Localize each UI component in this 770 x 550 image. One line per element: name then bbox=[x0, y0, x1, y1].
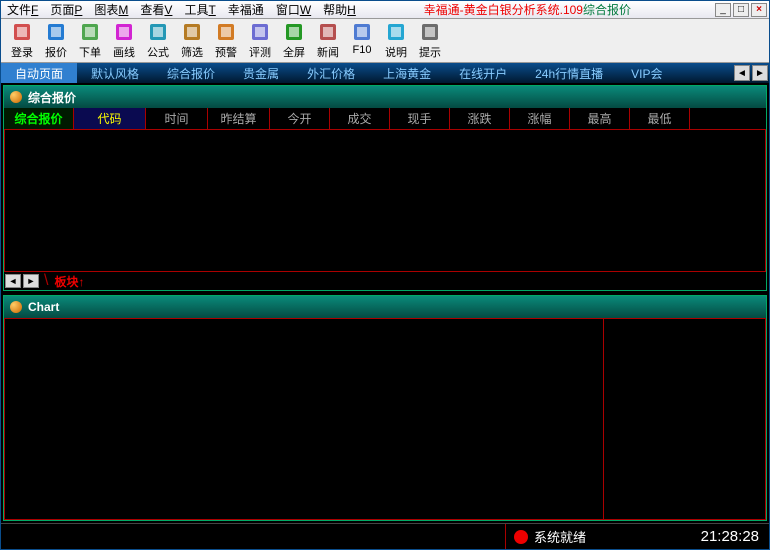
menu-帮助H[interactable]: 帮助H bbox=[317, 3, 362, 17]
menu-图表M[interactable]: 图表M bbox=[88, 3, 134, 17]
evaluate-button-icon bbox=[249, 21, 271, 43]
quote-panel-header: 综合报价 bbox=[4, 86, 766, 108]
nav-tabs: 自动页面默认风格综合报价贵金属外汇价格上海黄金在线开户24h行情直播VIP会 ◄► bbox=[1, 63, 769, 83]
drawline-button-icon bbox=[113, 21, 135, 43]
nav-tab-1[interactable]: 默认风格 bbox=[77, 63, 153, 83]
titlebar: 文件F页面P图表M查看V工具T幸福通窗口W帮助H 幸福通-黄金白银分析系统.10… bbox=[1, 1, 769, 19]
nav-tab-7[interactable]: 24h行情直播 bbox=[521, 63, 617, 83]
panel-bullet-icon bbox=[10, 301, 22, 313]
quote-col-7[interactable]: 涨跌 bbox=[450, 108, 510, 129]
panel-bullet-icon bbox=[10, 91, 22, 103]
quote-col-9[interactable]: 最高 bbox=[570, 108, 630, 129]
status-time: 21:28:28 bbox=[683, 528, 769, 545]
menu-幸福通[interactable]: 幸福通 bbox=[222, 3, 270, 17]
quote-col-4[interactable]: 今开 bbox=[270, 108, 330, 129]
quote-footer: ◄ ► \ 板块↑ bbox=[4, 272, 766, 290]
chart-panel-header: Chart bbox=[4, 296, 766, 318]
chart-area-side[interactable] bbox=[604, 318, 766, 520]
filter-button[interactable]: 筛选 bbox=[175, 21, 209, 60]
help-button-icon bbox=[385, 21, 407, 43]
evaluate-button[interactable]: 评测 bbox=[243, 21, 277, 60]
minimize-button[interactable]: _ bbox=[715, 3, 731, 17]
nav-tab-3[interactable]: 贵金属 bbox=[229, 63, 293, 83]
menu-文件F[interactable]: 文件F bbox=[1, 3, 44, 17]
nav-arrow-left[interactable]: ◄ bbox=[734, 65, 750, 81]
menu-工具T[interactable]: 工具T bbox=[178, 3, 221, 17]
alert-button[interactable]: 预警 bbox=[209, 21, 243, 60]
status-message: 系统就绪 bbox=[506, 527, 683, 546]
login-button[interactable]: 登录 bbox=[5, 21, 39, 60]
toolbar: 登录报价下单画线公式筛选预警评测全屏新闻F10说明提示 bbox=[1, 19, 769, 63]
hint-button[interactable]: 提示 bbox=[413, 21, 447, 60]
maximize-button[interactable]: □ bbox=[733, 3, 749, 17]
quote-col-8[interactable]: 涨幅 bbox=[510, 108, 570, 129]
menu-窗口W[interactable]: 窗口W bbox=[270, 3, 317, 17]
nav-arrow-right[interactable]: ► bbox=[752, 65, 768, 81]
quote-col-1[interactable]: 代码 bbox=[74, 108, 146, 129]
nav-tab-2[interactable]: 综合报价 bbox=[153, 63, 229, 83]
status-dot-icon bbox=[514, 530, 528, 544]
order-button-icon bbox=[79, 21, 101, 43]
quote-col-5[interactable]: 成交 bbox=[330, 108, 390, 129]
app-title: 幸福通-黄金白银分析系统.109综合报价 bbox=[424, 1, 635, 18]
nav-tab-5[interactable]: 上海黄金 bbox=[369, 63, 445, 83]
order-button[interactable]: 下单 bbox=[73, 21, 107, 60]
quote-col-10[interactable]: 最低 bbox=[630, 108, 690, 129]
window-controls: _ □ × bbox=[715, 3, 769, 17]
nav-tab-8[interactable]: VIP会 bbox=[617, 63, 676, 83]
alert-button-icon bbox=[215, 21, 237, 43]
chart-panel: Chart bbox=[3, 295, 767, 521]
formula-button[interactable]: 公式 bbox=[141, 21, 175, 60]
hint-button-icon bbox=[419, 21, 441, 43]
quote-button[interactable]: 报价 bbox=[39, 21, 73, 60]
statusbar: 系统就绪 21:28:28 bbox=[1, 523, 769, 549]
status-left bbox=[1, 524, 506, 549]
quote-column-header: 综合报价代码时间昨结算今开成交现手涨跌涨幅最高最低 bbox=[4, 108, 766, 130]
nav-tab-6[interactable]: 在线开户 bbox=[445, 63, 521, 83]
help-button[interactable]: 说明 bbox=[379, 21, 413, 60]
menu-查看V[interactable]: 查看V bbox=[134, 3, 178, 17]
news-button[interactable]: 新闻 bbox=[311, 21, 345, 60]
drawline-button[interactable]: 画线 bbox=[107, 21, 141, 60]
formula-button-icon bbox=[147, 21, 169, 43]
f10-button[interactable]: F10 bbox=[345, 21, 379, 56]
news-button-icon bbox=[317, 21, 339, 43]
f10-button-icon bbox=[351, 21, 373, 43]
quote-col-0[interactable]: 综合报价 bbox=[4, 108, 74, 129]
chart-area-main[interactable] bbox=[4, 318, 604, 520]
quote-grid[interactable] bbox=[4, 130, 766, 272]
quote-scroll-right[interactable]: ► bbox=[23, 274, 39, 288]
quote-col-3[interactable]: 昨结算 bbox=[208, 108, 270, 129]
fullscreen-button-icon bbox=[283, 21, 305, 43]
nav-tab-4[interactable]: 外汇价格 bbox=[293, 63, 369, 83]
close-button[interactable]: × bbox=[751, 3, 767, 17]
quote-col-2[interactable]: 时间 bbox=[146, 108, 208, 129]
quote-scroll-left[interactable]: ◄ bbox=[5, 274, 21, 288]
nav-tab-0[interactable]: 自动页面 bbox=[1, 63, 77, 83]
quote-footer-label[interactable]: 板块↑ bbox=[54, 273, 84, 290]
filter-button-icon bbox=[181, 21, 203, 43]
quote-button-icon bbox=[45, 21, 67, 43]
fullscreen-button[interactable]: 全屏 bbox=[277, 21, 311, 60]
quote-col-6[interactable]: 现手 bbox=[390, 108, 450, 129]
login-button-icon bbox=[11, 21, 33, 43]
quote-panel: 综合报价 综合报价代码时间昨结算今开成交现手涨跌涨幅最高最低 ◄ ► \ 板块↑ bbox=[3, 85, 767, 291]
menu-页面P[interactable]: 页面P bbox=[44, 3, 88, 17]
